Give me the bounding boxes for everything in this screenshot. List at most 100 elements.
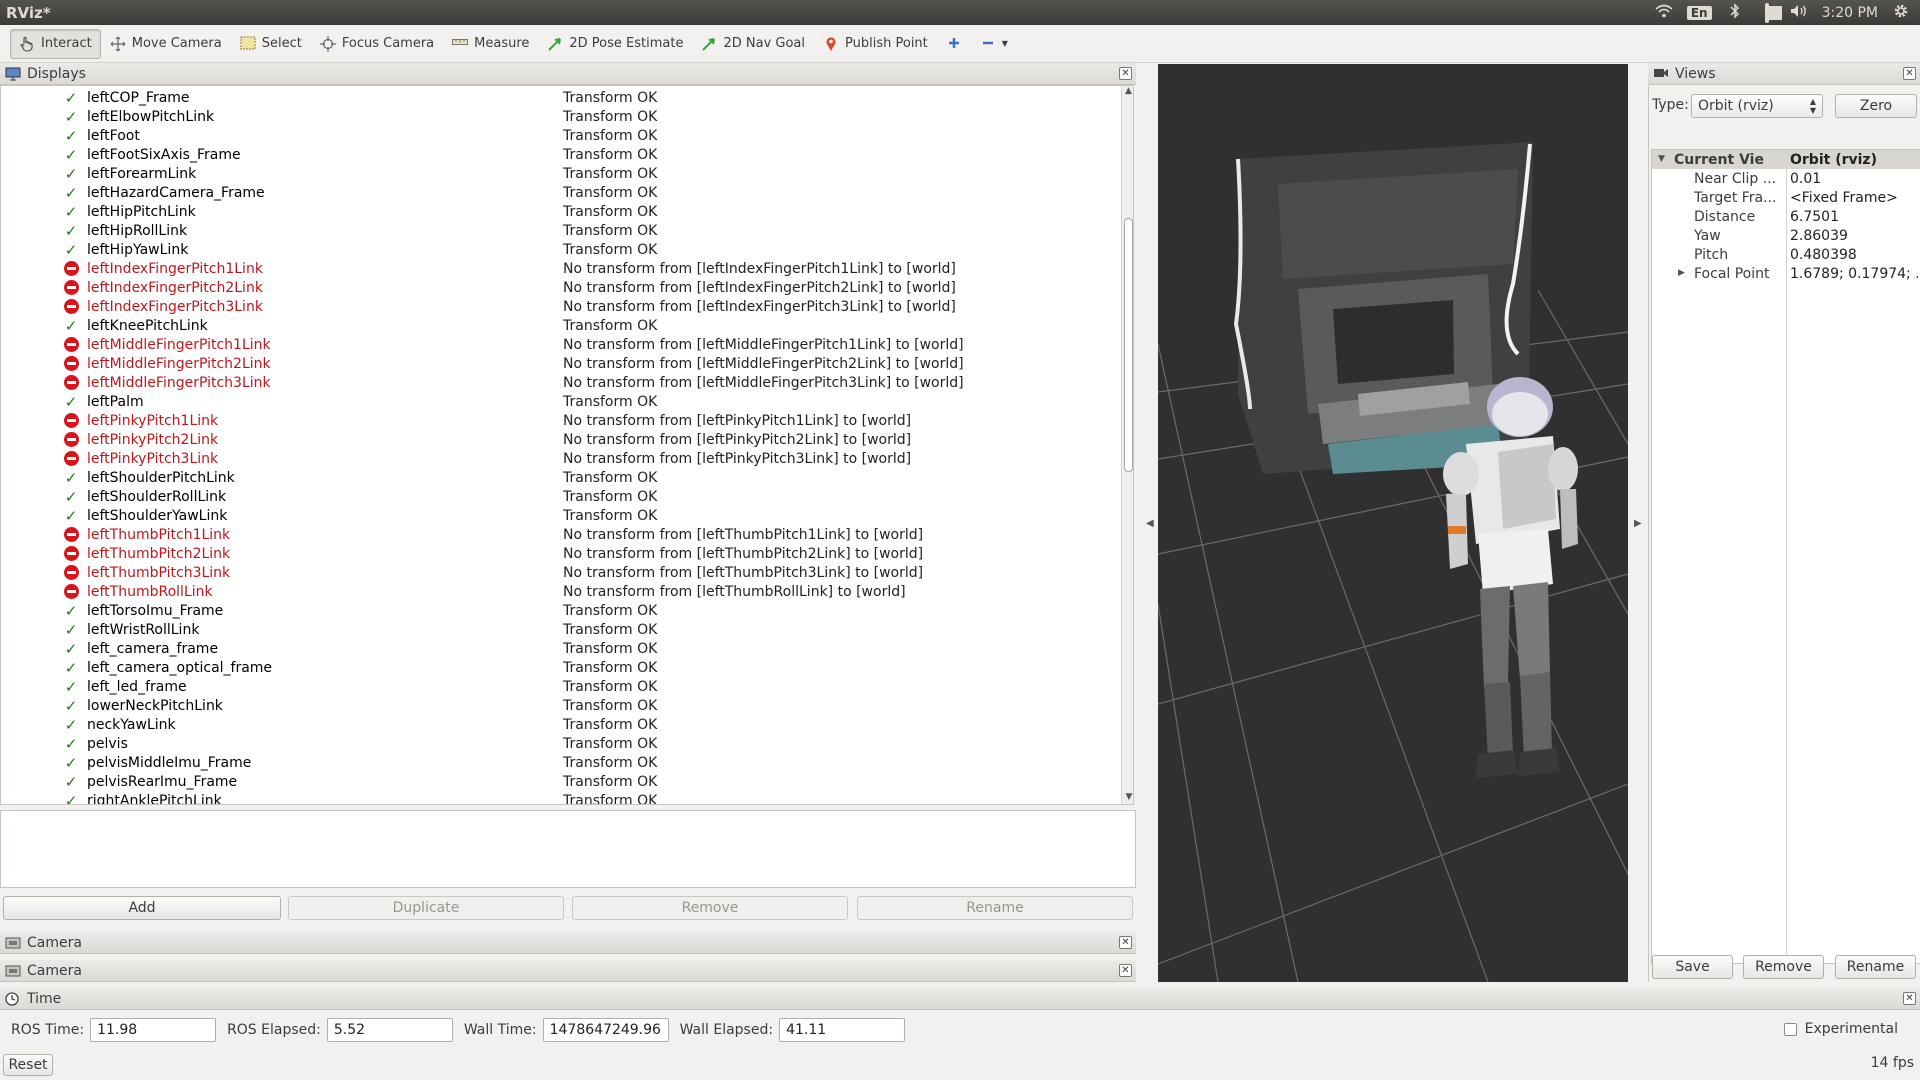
reset-button[interactable]: Reset bbox=[3, 1054, 53, 1076]
display-tree-row[interactable]: leftThumbPitch1Link No transform from [le… bbox=[1, 525, 1119, 544]
clock[interactable]: 3:20 PM bbox=[1822, 5, 1878, 21]
ros-time-field[interactable]: 11.98 bbox=[90, 1018, 217, 1042]
keyboard-layout-indicator[interactable]: En bbox=[1686, 5, 1712, 20]
tool-focus-camera[interactable]: Focus Camera bbox=[311, 29, 443, 59]
volume-icon[interactable] bbox=[1790, 4, 1808, 22]
display-tree-row[interactable]: leftThumbPitch2Link No transform from [le… bbox=[1, 544, 1119, 563]
tool-2d-nav-goal[interactable]: 2D Nav Goal bbox=[692, 29, 814, 59]
save-view-button[interactable]: Save bbox=[1652, 955, 1733, 979]
tool-interact[interactable]: Interact bbox=[10, 28, 101, 59]
display-tree-row[interactable]: leftIndexFingerPitch1Link No transform fr… bbox=[1, 259, 1119, 278]
close-icon[interactable]: ✕ bbox=[1903, 992, 1916, 1005]
display-tree-row[interactable]: leftIndexFingerPitch3Link No transform fr… bbox=[1, 297, 1119, 316]
add-tool-button[interactable] bbox=[937, 29, 971, 59]
view-type-select[interactable]: Orbit (rviz) ▲ ▼ bbox=[1691, 94, 1823, 118]
experimental-checkbox[interactable] bbox=[1783, 1022, 1797, 1036]
wall-time-field[interactable]: 1478647249.96 bbox=[542, 1018, 669, 1042]
display-tree-row[interactable]: ✓ leftShoulderRollLink Transform OK bbox=[1, 487, 1119, 506]
display-tree-row[interactable]: ✓ leftShoulderPitchLink Transform OK bbox=[1, 468, 1119, 487]
tool-measure[interactable]: Measure bbox=[443, 29, 538, 59]
tool-move-camera[interactable]: Move Camera bbox=[101, 29, 231, 59]
render-viewport[interactable] bbox=[1158, 64, 1628, 982]
gear-icon[interactable] bbox=[1892, 3, 1910, 23]
zero-button[interactable]: Zero bbox=[1835, 94, 1917, 118]
tool-publish-point[interactable]: Publish Point bbox=[814, 29, 937, 59]
display-tree-row[interactable]: leftPinkyPitch2Link No transform from [le… bbox=[1, 430, 1119, 449]
display-tree-row[interactable]: ✓ leftWristRollLink Transform OK bbox=[1, 620, 1119, 639]
scrollbar-thumb[interactable] bbox=[1124, 218, 1133, 472]
battery-icon[interactable] bbox=[1758, 2, 1782, 23]
tool-select[interactable]: Select bbox=[231, 29, 311, 59]
view-property-value[interactable]: 0.480398 bbox=[1790, 247, 1918, 263]
view-property-value[interactable]: 6.7501 bbox=[1790, 209, 1918, 225]
remove-display-button[interactable]: Remove bbox=[572, 896, 848, 920]
remove-view-button[interactable]: Remove bbox=[1743, 955, 1824, 979]
display-tree-row[interactable]: ✓ neckYawLink Transform OK bbox=[1, 715, 1119, 734]
display-tree-row[interactable]: ✓ leftFoot Transform OK bbox=[1, 126, 1119, 145]
wifi-icon[interactable] bbox=[1655, 4, 1673, 22]
display-tree-row[interactable]: ✓ rightAnklePitchLink Transform OK bbox=[1, 791, 1119, 805]
views-property-tree[interactable]: ▼ Current View Orbit (rviz) Near Clip ..… bbox=[1651, 149, 1920, 964]
display-tree-row[interactable]: ✓ leftElbowPitchLink Transform OK bbox=[1, 107, 1119, 126]
duplicate-button[interactable]: Duplicate bbox=[288, 896, 564, 920]
displays-scrollbar[interactable]: ▲ ▼ bbox=[1121, 86, 1133, 804]
current-view-row[interactable]: ▼ Current View Orbit (rviz) bbox=[1652, 150, 1920, 169]
remove-tool-button[interactable]: ▼ bbox=[971, 29, 1017, 59]
collapse-right-icon[interactable]: ▶ bbox=[1634, 518, 1642, 529]
rename-display-button[interactable]: Rename bbox=[857, 896, 1133, 920]
bluetooth-icon[interactable] bbox=[1726, 2, 1744, 23]
view-property-row[interactable]: Pitch 0.480398 bbox=[1652, 245, 1920, 264]
display-tree-row[interactable]: leftPinkyPitch3Link No transform from [le… bbox=[1, 449, 1119, 468]
display-tree-row[interactable]: ✓ pelvis Transform OK bbox=[1, 734, 1119, 753]
display-tree-row[interactable]: ✓ lowerNeckPitchLink Transform OK bbox=[1, 696, 1119, 715]
scroll-up-icon[interactable]: ▲ bbox=[1122, 86, 1133, 100]
add-button[interactable]: Add bbox=[3, 896, 281, 920]
display-tree-row[interactable]: ✓ leftPalm Transform OK bbox=[1, 392, 1119, 411]
display-tree-row[interactable]: ✓ left_led_frame Transform OK bbox=[1, 677, 1119, 696]
close-icon[interactable]: ✕ bbox=[1119, 67, 1132, 80]
display-tree-row[interactable]: leftPinkyPitch1Link No transform from [le… bbox=[1, 411, 1119, 430]
close-icon[interactable]: ✕ bbox=[1903, 67, 1916, 80]
close-icon[interactable]: ✕ bbox=[1119, 936, 1132, 949]
displays-tree[interactable]: ✓ leftCOP_Frame Transform OK ✓ leftElbowPitc… bbox=[0, 85, 1134, 805]
tree-expand-right-icon[interactable]: ▶ bbox=[1678, 268, 1685, 278]
view-property-value[interactable]: <Fixed Frame> bbox=[1790, 190, 1918, 206]
display-tree-row[interactable]: ✓ leftTorsoImu_Frame Transform OK bbox=[1, 601, 1119, 620]
display-tree-row[interactable]: ✓ leftHipRollLink Transform OK bbox=[1, 221, 1119, 240]
tree-expand-down-icon[interactable]: ▼ bbox=[1658, 154, 1665, 164]
view-property-value[interactable]: 1.6789; 0.17974; ... bbox=[1790, 266, 1918, 282]
view-property-row[interactable]: Target Fra... <Fixed Frame> bbox=[1652, 188, 1920, 207]
display-tree-row[interactable]: ✓ left_camera_optical_frame Transform OK bbox=[1, 658, 1119, 677]
display-tree-row[interactable]: ✓ leftHazardCamera_Frame Transform OK bbox=[1, 183, 1119, 202]
view-property-value[interactable]: 0.01 bbox=[1790, 171, 1918, 187]
view-property-row[interactable]: Distance 6.7501 bbox=[1652, 207, 1920, 226]
display-tree-row[interactable]: ✓ leftCOP_Frame Transform OK bbox=[1, 88, 1119, 107]
display-tree-row[interactable]: leftThumbPitch3Link No transform from [le… bbox=[1, 563, 1119, 582]
display-tree-row[interactable]: ✓ leftShoulderYawLink Transform OK bbox=[1, 506, 1119, 525]
display-tree-row[interactable]: ✓ leftFootSixAxis_Frame Transform OK bbox=[1, 145, 1119, 164]
display-tree-row[interactable]: leftMiddleFingerPitch1Link No transform f… bbox=[1, 335, 1119, 354]
ros-elapsed-field[interactable]: 5.52 bbox=[326, 1018, 453, 1042]
display-tree-row[interactable]: ✓ leftHipPitchLink Transform OK bbox=[1, 202, 1119, 221]
display-tree-row[interactable]: ✓ left_camera_frame Transform OK bbox=[1, 639, 1119, 658]
display-tree-row[interactable]: leftThumbRollLink No transform from [left… bbox=[1, 582, 1119, 601]
display-tree-row[interactable]: ✓ pelvisMiddleImu_Frame Transform OK bbox=[1, 753, 1119, 772]
experimental-option[interactable]: Experimental bbox=[1783, 1021, 1898, 1037]
display-tree-row[interactable]: ✓ leftForearmLink Transform OK bbox=[1, 164, 1119, 183]
display-tree-row[interactable]: ✓ leftKneePitchLink Transform OK bbox=[1, 316, 1119, 335]
scroll-down-icon[interactable]: ▼ bbox=[1122, 792, 1133, 804]
display-tree-row[interactable]: leftMiddleFingerPitch2Link No transform f… bbox=[1, 354, 1119, 373]
rename-view-button[interactable]: Rename bbox=[1835, 955, 1916, 979]
close-icon[interactable]: ✕ bbox=[1119, 964, 1132, 977]
view-property-row[interactable]: Near Clip ... 0.01 bbox=[1652, 169, 1920, 188]
wall-elapsed-field[interactable]: 41.11 bbox=[779, 1018, 906, 1042]
view-property-row[interactable]: Yaw 2.86039 bbox=[1652, 226, 1920, 245]
display-tree-row[interactable]: leftIndexFingerPitch2Link No transform fr… bbox=[1, 278, 1119, 297]
collapse-left-icon[interactable]: ◀ bbox=[1146, 518, 1154, 529]
display-tree-row[interactable]: ✓ pelvisRearImu_Frame Transform OK bbox=[1, 772, 1119, 791]
display-tree-row[interactable]: ✓ leftHipYawLink Transform OK bbox=[1, 240, 1119, 259]
view-property-row[interactable]: ▶ Focal Point 1.6789; 0.17974; ... bbox=[1652, 264, 1920, 283]
view-property-value[interactable]: 2.86039 bbox=[1790, 228, 1918, 244]
tool-2d-pose-estimate[interactable]: 2D Pose Estimate bbox=[538, 29, 692, 59]
display-tree-row[interactable]: leftMiddleFingerPitch3Link No transform f… bbox=[1, 373, 1119, 392]
